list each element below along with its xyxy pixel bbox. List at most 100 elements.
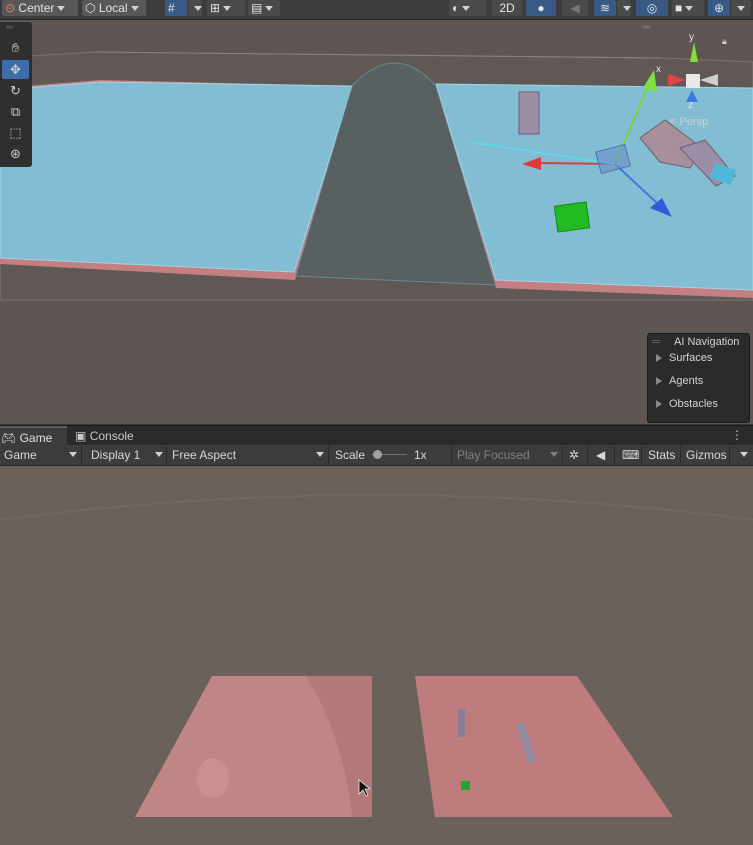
aspect-dropdown[interactable]: Free Aspect xyxy=(168,446,329,464)
game-view[interactable] xyxy=(0,466,753,845)
audio-toggle[interactable]: ◀ xyxy=(562,0,588,16)
pivot-dropdown[interactable]: ⊙ Center xyxy=(2,0,78,16)
hand-tool-button[interactable]: ✋︎ xyxy=(2,38,29,57)
chevron-down-icon xyxy=(550,452,558,457)
ai-nav-item-label: Agents xyxy=(669,375,704,387)
speaker-icon: ◀ xyxy=(596,448,606,462)
tower-obstacle xyxy=(518,91,540,135)
grid-snap-dropdown[interactable] xyxy=(188,0,202,16)
more-options-icon[interactable]: ⋮ xyxy=(731,426,743,444)
pivot-icon: ⊙ xyxy=(5,1,16,15)
bottom-tab-strip: 🎮︎ Game ▣ Console ⋮ xyxy=(0,425,753,448)
left-platform-highlight xyxy=(197,758,229,798)
drag-handle-icon: ═ xyxy=(652,336,660,348)
tab-console[interactable]: ▣ Console xyxy=(75,426,155,446)
stats-button[interactable]: Stats xyxy=(644,446,681,464)
tab-game-label: Game xyxy=(19,431,53,445)
ai-nav-item-surfaces[interactable]: Surfaces xyxy=(656,352,712,364)
ai-nav-item-obstacles[interactable]: Obstacles xyxy=(656,398,718,410)
space-dropdown[interactable]: ⬡ Local xyxy=(82,0,146,16)
chevron-down-icon xyxy=(130,6,139,12)
display-dropdown[interactable]: Display 1 xyxy=(87,446,167,464)
speaker-mute-icon: ◀ xyxy=(570,1,580,15)
left-navmesh-surface xyxy=(0,81,353,273)
rotate-icon: ↻ xyxy=(10,83,21,98)
rect-icon: ⬚ xyxy=(9,125,22,140)
ai-nav-item-label: Obstacles xyxy=(669,398,718,410)
gizmo-cone-x xyxy=(668,74,686,86)
green-cube xyxy=(553,201,591,233)
rotate-tool-button[interactable]: ↻ xyxy=(2,81,29,100)
hand-icon: ✋︎ xyxy=(11,40,20,55)
grid-snap-button[interactable]: # xyxy=(165,0,187,16)
scale-slider-thumb[interactable] xyxy=(373,450,382,459)
chevron-down-icon xyxy=(737,6,745,12)
shading-icon: ◐ xyxy=(452,1,460,15)
horizon-line xyxy=(0,494,753,521)
space-label: Local xyxy=(98,1,128,15)
drag-handle-icon[interactable]: ═ xyxy=(6,22,13,33)
game-canvas[interactable] xyxy=(0,466,753,845)
eye-slash-icon: ◎ xyxy=(646,1,658,15)
effects-dropdown[interactable] xyxy=(617,0,631,16)
tool-palette: ═ ✋︎ ✥ ↻ ⧉ ⬚ ⊛ xyxy=(0,22,32,167)
camera-dropdown[interactable]: ■ xyxy=(672,0,704,16)
gizmos-menu-dropdown[interactable] xyxy=(732,446,753,464)
move-icon: ✥ xyxy=(10,62,21,77)
right-platform-game xyxy=(415,676,673,817)
debug-button[interactable]: ✲ xyxy=(566,446,588,464)
persp-toggle[interactable]: < Persp xyxy=(670,116,708,128)
expand-arrow-icon xyxy=(656,400,662,409)
pivot-label: Center xyxy=(18,1,55,15)
mode-2d-button[interactable]: 2D xyxy=(492,0,522,16)
mode-2d-label: 2D xyxy=(499,1,515,15)
transform-tool-button[interactable]: ⊛ xyxy=(2,144,29,163)
scale-tool-button[interactable]: ⧉ xyxy=(2,102,29,121)
chevron-down-icon xyxy=(69,452,77,457)
globe-icon: ⊕ xyxy=(713,1,725,15)
rect-tool-button[interactable]: ⬚ xyxy=(2,123,29,142)
transform-icon: ⊛ xyxy=(10,146,21,161)
ai-navigation-header[interactable]: ═ AI Navigation xyxy=(648,336,749,350)
chevron-down-icon xyxy=(623,6,631,12)
scene-canvas[interactable] xyxy=(0,20,753,424)
scale-icon: ⧉ xyxy=(10,104,21,119)
chevron-down-icon xyxy=(194,6,202,12)
scene-toolbar: ⊙ Center ⬡ Local # ⊞ ▤ ◐ 2D ● ◀ ≋ ◎ ■ ⊕ xyxy=(0,0,753,20)
ai-navigation-overlay: ═ AI Navigation Surfaces Agents Obstacle… xyxy=(647,333,750,423)
gizmos-toggle[interactable]: ⊕ xyxy=(708,0,730,16)
draw-mode-dropdown[interactable]: ◐ xyxy=(449,0,487,16)
scale-slider[interactable]: Scale 1x xyxy=(331,446,452,464)
play-mode-dropdown[interactable]: Play Focused xyxy=(453,446,563,464)
aspect-label: Free Aspect xyxy=(172,448,237,462)
chevron-down-icon xyxy=(155,452,163,457)
cube-icon: ⬡ xyxy=(85,1,96,15)
gizmos-button[interactable]: Gizmos xyxy=(682,446,730,464)
ai-nav-item-agents[interactable]: Agents xyxy=(656,375,703,387)
expand-arrow-icon xyxy=(656,354,662,363)
gizmos-dropdown[interactable] xyxy=(731,0,751,16)
scale-value: 1x xyxy=(414,448,427,462)
keyboard-icon: ⌨ xyxy=(622,448,640,462)
lightbulb-icon: ● xyxy=(537,1,545,15)
drag-handle-icon[interactable]: ═ xyxy=(643,22,650,33)
ai-nav-item-label: Surfaces xyxy=(669,352,713,364)
lock-icon[interactable]: 🔒︎ xyxy=(722,36,727,47)
lighting-toggle[interactable]: ● xyxy=(526,0,556,16)
chevron-down-icon xyxy=(316,452,324,457)
effects-toggle[interactable]: ≋ xyxy=(594,0,616,16)
mode-label: Game xyxy=(4,448,37,462)
scene-view[interactable]: y x z < Persp 🔒︎ ═ ═ AI Navigation Surfa… xyxy=(0,20,753,424)
tower-obstacle-game xyxy=(458,709,465,737)
move-tool-button[interactable]: ✥ xyxy=(2,60,29,79)
persp-label: Persp xyxy=(679,116,709,128)
hidden-objects-toggle[interactable]: ◎ xyxy=(636,0,668,16)
render-settings-button[interactable]: ▤ xyxy=(248,0,280,16)
shortcuts-button[interactable]: ⌨ xyxy=(618,446,642,464)
chevron-down-icon xyxy=(462,6,471,12)
orientation-gizmo[interactable]: y x z < Persp xyxy=(656,32,746,134)
layers-icon: ≋ xyxy=(599,1,611,15)
mode-dropdown[interactable]: Game xyxy=(0,446,82,464)
increment-snap-button[interactable]: ⊞ xyxy=(207,0,245,16)
mute-audio-button[interactable]: ◀ xyxy=(591,446,615,464)
